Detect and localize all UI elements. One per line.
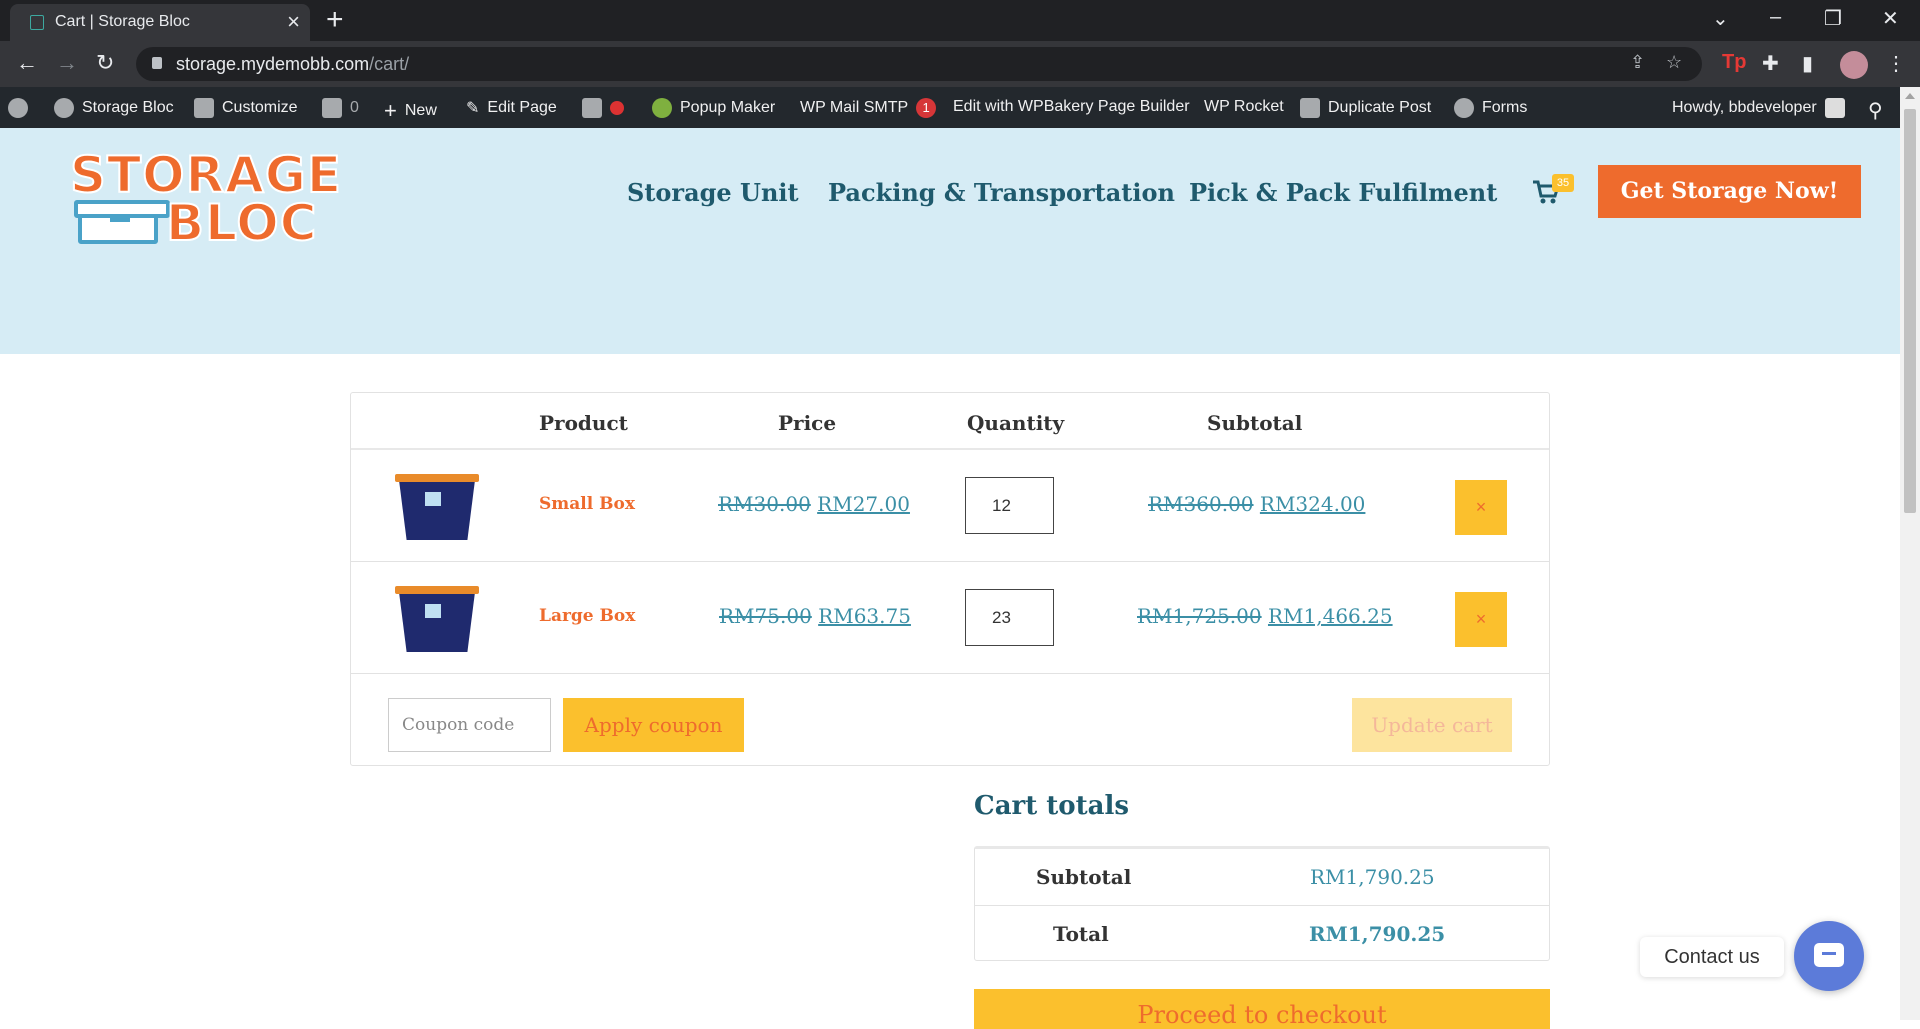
wordpress-logo-icon[interactable] (8, 98, 28, 118)
item-subtotal: RM1,725.00 RM1,466.25 (1137, 604, 1393, 628)
cart-actions: Coupon code Apply coupon Update cart (351, 678, 1549, 767)
wp-new[interactable]: + New (384, 98, 437, 124)
seo-status-icon (610, 101, 624, 115)
browser-tab[interactable]: Cart | Storage Bloc × (10, 4, 310, 41)
notification-badge: 1 (916, 98, 937, 118)
extensions-puzzle-icon[interactable]: ✚ (1762, 51, 1779, 76)
profile-avatar[interactable] (1840, 51, 1868, 79)
pencil-icon: ✎ (466, 100, 480, 117)
browser-tabbar: Cart | Storage Bloc × + ⌄ – ❐ ✕ (0, 0, 1920, 41)
chat-bubble-icon (1814, 943, 1844, 967)
wp-yoast[interactable] (582, 98, 624, 118)
wp-mail-smtp[interactable]: WP Mail SMTP 1 (800, 98, 937, 118)
subtotal-label: Subtotal (1036, 865, 1132, 889)
update-cart-button[interactable]: Update cart (1352, 698, 1512, 752)
browser-menu-icon[interactable]: ⋮ (1886, 51, 1906, 76)
wp-wpbakery[interactable]: Edit with WPBakery Page Builder (953, 98, 1190, 116)
reload-icon[interactable]: ↻ (96, 50, 114, 76)
scroll-up-icon[interactable] (1905, 93, 1915, 99)
plus-icon: + (384, 98, 397, 123)
nav-storage-unit[interactable]: Storage Unit (627, 178, 799, 207)
forward-icon[interactable]: → (56, 50, 78, 76)
wp-rocket[interactable]: WP Rocket (1204, 98, 1284, 116)
close-tab-icon[interactable]: × (287, 9, 300, 35)
cart-count-badge: 35 (1552, 174, 1574, 192)
wp-comments[interactable]: 0 (322, 98, 359, 118)
column-product: Product (539, 411, 628, 435)
quantity-input[interactable]: 12 (965, 477, 1054, 534)
bookmark-star-icon[interactable]: ☆ (1666, 52, 1682, 73)
url-text: storage.mydemobb.com/cart/ (176, 54, 410, 74)
site-logo[interactable]: STORAGE BLOC (69, 145, 342, 253)
remove-item-button[interactable]: × (1455, 592, 1507, 647)
side-panel-icon[interactable]: ▮ (1802, 51, 1813, 76)
scrollbar-thumb[interactable] (1904, 109, 1916, 513)
search-icon[interactable]: ⚲ (1868, 98, 1883, 123)
get-storage-button[interactable]: Get Storage Now! (1598, 165, 1861, 218)
product-thumbnail[interactable] (395, 470, 479, 540)
column-price: Price (778, 411, 837, 435)
product-name-link[interactable]: Large Box (539, 606, 635, 626)
yoast-icon (582, 98, 602, 118)
cart-table-header: Product Price Quantity Subtotal (351, 393, 1549, 450)
nav-pick-pack-fulfilment[interactable]: Pick & Pack Fulfilment (1189, 178, 1497, 207)
apply-coupon-button[interactable]: Apply coupon (563, 698, 744, 752)
cart-totals-table: Subtotal RM1,790.25 Total RM1,790.25 (974, 846, 1550, 961)
cart-item-row: Small Box RM30.00 RM27.00 12 RM360.00 RM… (351, 450, 1549, 562)
site-header: STORAGE BLOC Storage Unit Packing & Tran… (0, 128, 1900, 354)
tab-search-icon[interactable]: ⌄ (1712, 6, 1729, 31)
user-avatar-icon (1824, 98, 1845, 118)
new-tab-icon[interactable]: + (326, 3, 344, 37)
nav-packing-transportation[interactable]: Packing & Transportation (828, 178, 1175, 207)
wp-duplicate-post[interactable]: Duplicate Post (1300, 98, 1431, 118)
wp-admin-bar: Storage Bloc Customize 0 + New ✎ Edit Page… (0, 87, 1920, 128)
wp-popup-maker[interactable]: Popup Maker (652, 98, 775, 118)
browser-toolbar: ← → ↻ storage.mydemobb.com/cart/ ⇪ ☆ Tp … (0, 41, 1920, 87)
minimize-icon[interactable]: – (1770, 6, 1781, 29)
cart-totals-title: Cart totals (974, 791, 1130, 821)
page-scrollbar[interactable] (1900, 87, 1920, 1020)
contact-chat-button[interactable] (1794, 921, 1864, 991)
coupon-code-input[interactable]: Coupon code (388, 698, 551, 752)
proceed-to-checkout-button[interactable]: Proceed to checkout (974, 989, 1550, 1029)
remove-item-button[interactable]: × (1455, 480, 1507, 535)
extension-tp-icon[interactable]: Tp (1722, 51, 1746, 74)
restore-icon[interactable]: ❐ (1824, 6, 1842, 31)
total-value: RM1,790.25 (1309, 922, 1446, 946)
close-window-icon[interactable]: ✕ (1882, 6, 1899, 31)
item-price: RM30.00 RM27.00 (718, 492, 910, 516)
cart-table: Product Price Quantity Subtotal Small Bo… (350, 392, 1550, 766)
wp-forms[interactable]: Forms (1454, 98, 1527, 118)
back-icon[interactable]: ← (16, 50, 38, 76)
duplicate-icon (1300, 98, 1320, 118)
wp-user-menu[interactable]: Howdy, bbdeveloper (1672, 98, 1845, 118)
cart-item-row: Large Box RM75.00 RM63.75 23 RM1,725.00 … (351, 562, 1549, 674)
column-quantity: Quantity (967, 411, 1065, 435)
address-bar[interactable]: storage.mydemobb.com/cart/ ⇪ ☆ (136, 47, 1702, 81)
lock-icon (152, 57, 162, 69)
popup-maker-icon (652, 98, 672, 118)
contact-us-label[interactable]: Contact us (1640, 937, 1784, 977)
comment-icon (322, 98, 342, 118)
storage-box-icon (74, 200, 170, 244)
subtotal-value: RM1,790.25 (1310, 865, 1435, 889)
product-name-link[interactable]: Small Box (539, 494, 635, 514)
share-icon[interactable]: ⇪ (1630, 52, 1645, 73)
tab-title: Cart | Storage Bloc (55, 13, 190, 30)
page-favicon-icon (30, 15, 44, 30)
total-row: Total RM1,790.25 (975, 905, 1549, 961)
brush-icon (194, 98, 214, 118)
item-subtotal: RM360.00 RM324.00 (1148, 492, 1366, 516)
wp-edit-page[interactable]: ✎ Edit Page (466, 98, 557, 118)
wp-site-name[interactable]: Storage Bloc (54, 98, 174, 118)
total-label: Total (1053, 922, 1109, 946)
dashboard-icon (54, 98, 74, 118)
quantity-input[interactable]: 23 (965, 589, 1054, 646)
product-thumbnail[interactable] (395, 582, 479, 652)
subtotal-row: Subtotal RM1,790.25 (975, 849, 1549, 905)
wp-customize[interactable]: Customize (194, 98, 298, 118)
item-price: RM75.00 RM63.75 (719, 604, 911, 628)
column-subtotal: Subtotal (1207, 411, 1303, 435)
forms-icon (1454, 98, 1474, 118)
